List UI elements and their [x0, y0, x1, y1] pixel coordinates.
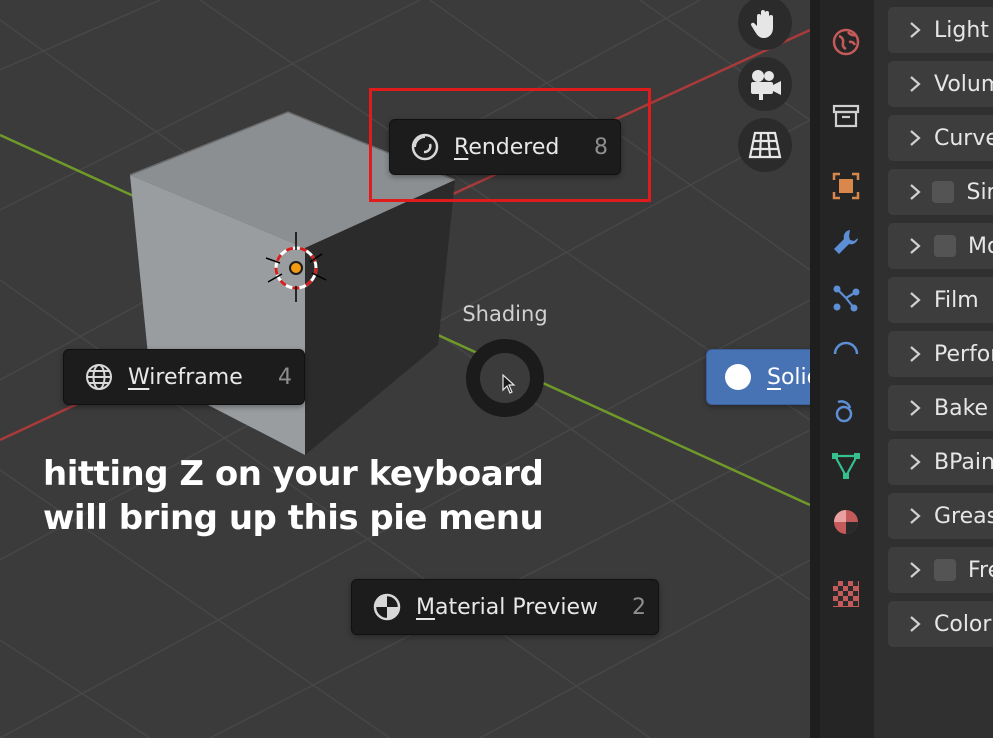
panel-perfor[interactable]: Perfor: [888, 331, 993, 377]
panel-label: Color: [934, 611, 992, 637]
chevron-right-icon: [908, 453, 926, 471]
chevron-right-icon: [908, 615, 926, 633]
chevron-right-icon: [908, 183, 924, 201]
panel-label: Fre: [968, 557, 993, 583]
grid-view-icon[interactable]: [738, 118, 792, 172]
chevron-right-icon: [908, 507, 926, 525]
panel-sim[interactable]: Sim: [888, 169, 993, 215]
chevron-right-icon: [908, 129, 926, 147]
panel-label: Bake: [934, 395, 989, 421]
panel-label: Light: [934, 17, 989, 43]
chevron-right-icon: [908, 237, 926, 255]
pie-item-shortcut: 4: [278, 364, 292, 390]
chevron-right-icon: [908, 21, 926, 39]
panel-checkbox[interactable]: [934, 559, 956, 581]
texture-icon[interactable]: [824, 572, 868, 616]
panel-label: Perfor: [934, 341, 993, 367]
panel-label: Sim: [966, 179, 993, 205]
panel-bpain[interactable]: BPain: [888, 439, 993, 485]
panel-label: Mo: [968, 233, 993, 259]
panel-greas[interactable]: Greas: [888, 493, 993, 539]
pie-item-label: Material Preview: [416, 594, 599, 620]
panel-film[interactable]: Film: [888, 277, 993, 323]
object-icon[interactable]: [824, 164, 868, 208]
panel-label: Volum: [934, 71, 993, 97]
collection-icon[interactable]: [824, 94, 868, 138]
world-icon[interactable]: [824, 20, 868, 64]
solid-shading-icon: [721, 360, 755, 394]
constraints-icon[interactable]: [824, 390, 868, 434]
panel-curve[interactable]: Curve: [888, 115, 993, 161]
panel-mo[interactable]: Mo: [888, 223, 993, 269]
material-preview-shading-icon: [370, 590, 404, 624]
pie-item-label: Wireframe: [128, 364, 243, 390]
panel-light[interactable]: Light: [888, 7, 993, 53]
panel-volum[interactable]: Volum: [888, 61, 993, 107]
pie-item-shortcut: 2: [632, 594, 646, 620]
chevron-right-icon: [908, 345, 926, 363]
object-origin-icon: [289, 261, 303, 275]
highlight-box: [369, 88, 651, 202]
camera-icon[interactable]: [738, 57, 792, 111]
panel-bake[interactable]: Bake: [888, 385, 993, 431]
panel-color[interactable]: Color: [888, 601, 993, 647]
particles-icon[interactable]: [824, 276, 868, 320]
wireframe-shading-icon: [82, 360, 116, 394]
panel-checkbox[interactable]: [932, 181, 955, 203]
panel-label: Curve: [934, 125, 993, 151]
pie-menu-title: Shading: [462, 302, 548, 326]
tutorial-caption: hitting Z on your keyboard will bring up…: [43, 452, 563, 540]
pie-item-wireframe[interactable]: Wireframe 4: [63, 349, 305, 405]
caption-line-2: will bring up this pie menu: [43, 498, 544, 538]
panel-label: Film: [934, 287, 979, 313]
panel-label: Greas: [934, 503, 993, 529]
panel-checkbox[interactable]: [934, 235, 956, 257]
caption-line-1: hitting Z on your keyboard: [43, 454, 544, 494]
pie-item-material-preview[interactable]: Material Preview 2: [351, 579, 659, 635]
panel-fre[interactable]: Fre: [888, 547, 993, 593]
chevron-right-icon: [908, 291, 926, 309]
mouse-cursor-icon: [502, 374, 516, 394]
chevron-right-icon: [908, 399, 926, 417]
chevron-right-icon: [908, 561, 926, 579]
data-icon[interactable]: [824, 444, 868, 488]
material-icon[interactable]: [824, 500, 868, 544]
chevron-right-icon: [908, 75, 926, 93]
physics-icon[interactable]: [824, 332, 868, 354]
wrench-icon[interactable]: [824, 220, 868, 264]
panel-label: BPain: [934, 449, 993, 475]
